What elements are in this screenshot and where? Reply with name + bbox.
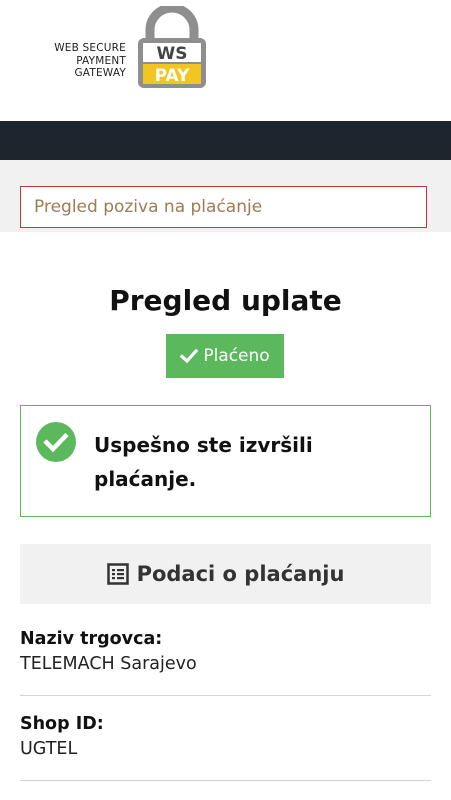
brand-line-1: WEB SECURE <box>54 42 126 54</box>
success-alert: Uspešno ste izvršili plaćanje. <box>20 405 431 517</box>
field-value: UGTEL <box>20 739 78 759</box>
header: WEB SECURE PAYMENT GATEWAY WS PAY <box>0 0 451 121</box>
section-title: Podaci o plaćanju <box>136 562 345 586</box>
check-circle-icon <box>36 422 76 462</box>
success-message: Uspešno ste izvršili plaćanje. <box>94 433 313 491</box>
review-payment-request-link[interactable]: Pregled poziva na plaćanje <box>20 186 427 228</box>
check-icon <box>180 348 199 364</box>
status-badge-label: Plaćeno <box>203 346 270 366</box>
payment-details-header: Podaci o plaćanju <box>20 544 431 604</box>
logo-text-ws: WS <box>157 44 188 64</box>
divider <box>20 780 431 781</box>
field-label: Naziv trgovca: <box>20 629 163 649</box>
status-badge: Plaćeno <box>166 334 284 378</box>
page-title: Pregled uplate <box>109 284 342 317</box>
list-alt-icon <box>106 563 129 585</box>
divider <box>20 695 431 696</box>
brand-tagline: WEB SECURE PAYMENT GATEWAY <box>18 42 126 80</box>
logo-text-pay: PAY <box>155 66 190 86</box>
merchant-name-field: Naziv trgovca: TELEMACH Sarajevo <box>20 627 431 677</box>
wspay-logo: WS PAY <box>138 6 206 88</box>
brand-line-3: GATEWAY <box>74 67 126 79</box>
field-value: TELEMACH Sarajevo <box>20 654 197 674</box>
brand-line-2: PAYMENT <box>76 54 126 67</box>
nav-bar <box>0 121 451 160</box>
shop-id-field: Shop ID: UGTEL <box>20 712 431 762</box>
field-label: Shop ID: <box>20 714 104 734</box>
